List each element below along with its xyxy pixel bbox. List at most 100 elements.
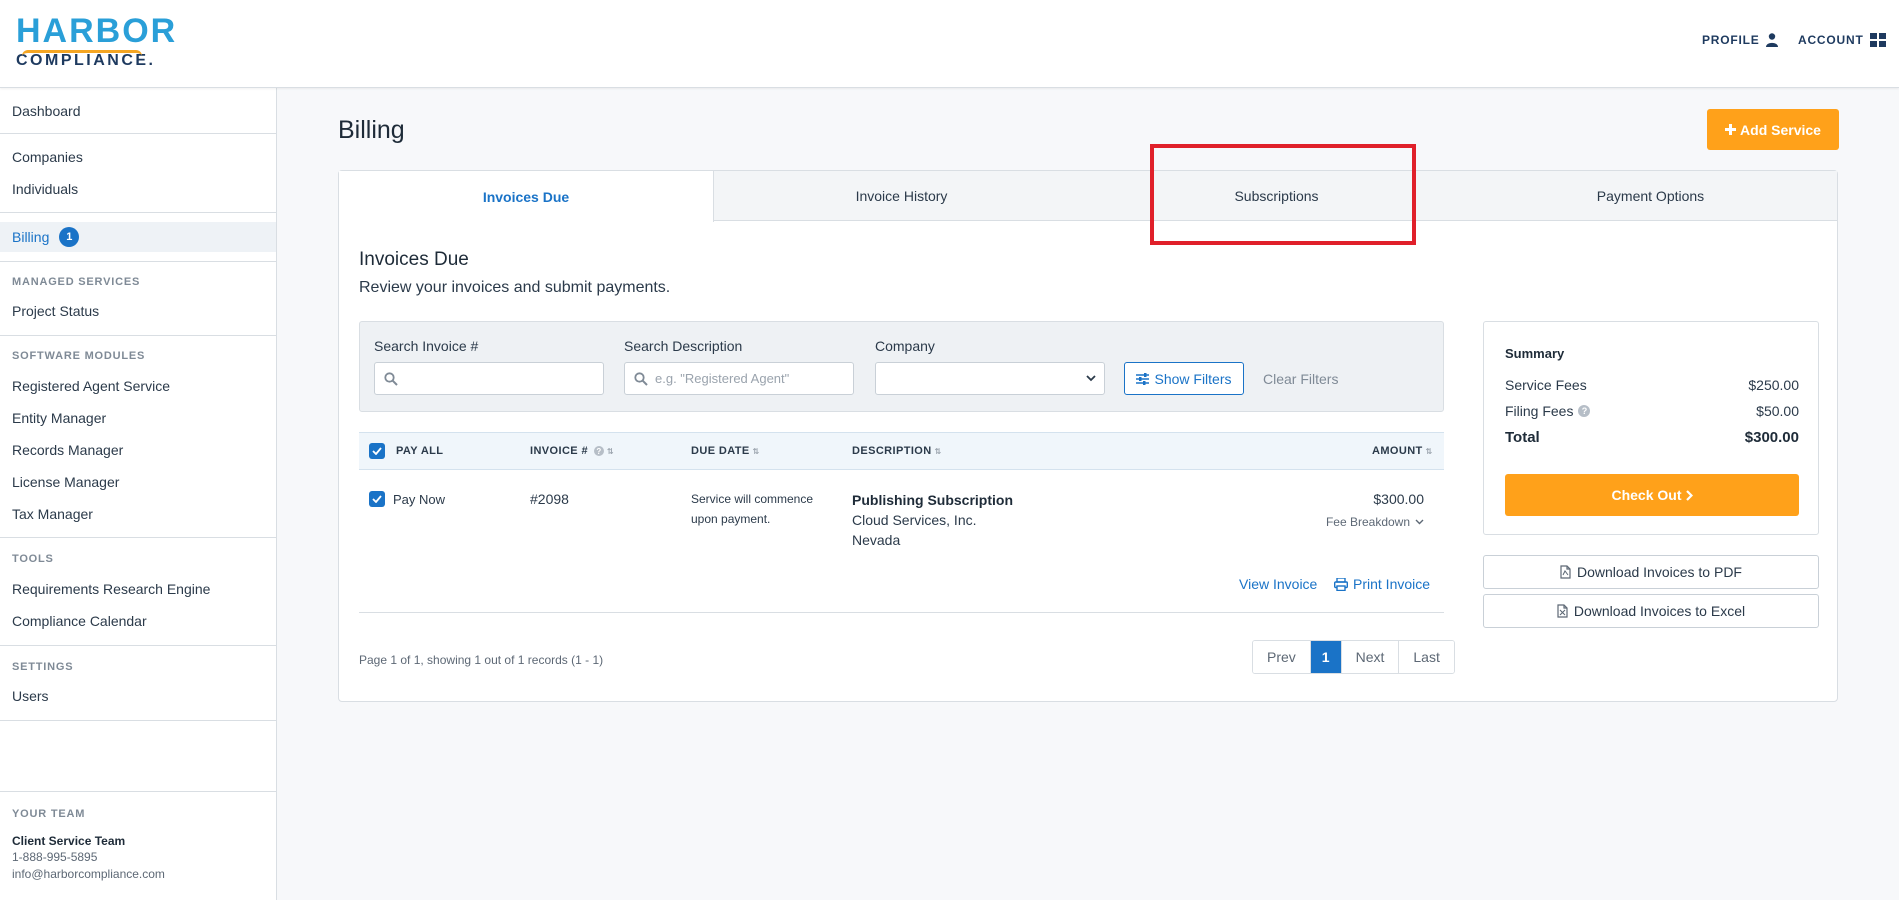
sidebar-item-billing[interactable]: Billing 1: [0, 222, 276, 252]
description-header[interactable]: DESCRIPTION ⇅: [852, 445, 942, 457]
sidebar-item-compliance-calendar[interactable]: Compliance Calendar: [0, 606, 276, 636]
due-date-line-2: upon payment.: [691, 512, 771, 526]
tools-heading: TOOLS: [12, 553, 54, 565]
top-header: HARBOR COMPLIANCE. PROFILE ACCOUNT: [0, 0, 1899, 88]
sidebar-divider: [0, 645, 276, 646]
filing-fees-label: Filing Fees: [1505, 403, 1574, 419]
show-filters-button[interactable]: Show Filters: [1124, 362, 1244, 395]
sidebar-item-users[interactable]: Users: [0, 681, 276, 711]
file-excel-icon: [1557, 604, 1568, 618]
total-label: Total: [1505, 429, 1540, 446]
sidebar-item-individuals[interactable]: Individuals: [0, 174, 276, 204]
sidebar-item-requirements-research-engine[interactable]: Requirements Research Engine: [0, 574, 276, 604]
sidebar-divider: [0, 212, 276, 213]
harbor-compliance-logo[interactable]: HARBOR COMPLIANCE.: [16, 14, 176, 70]
grid-icon: [1869, 33, 1886, 47]
help-icon[interactable]: ?: [594, 446, 605, 456]
sidebar-item-tax-manager[interactable]: Tax Manager: [0, 499, 276, 529]
invoice-number-header[interactable]: INVOICE # ? ⇅: [530, 445, 614, 457]
download-pdf-label: Download Invoices to PDF: [1577, 564, 1742, 580]
total-value: $300.00: [1744, 429, 1799, 446]
sidebar: Dashboard Companies Individuals Billing …: [0, 88, 277, 900]
file-pdf-icon: [1560, 565, 1571, 579]
sort-icon: ⇅: [1425, 446, 1433, 456]
search-description-label: Search Description: [624, 338, 743, 354]
description-title: Publishing Subscription: [852, 492, 1013, 508]
section-subtitle: Review your invoices and submit payments…: [359, 279, 671, 296]
due-date-header[interactable]: DUE DATE ⇅: [691, 445, 760, 457]
tab-invoices-due[interactable]: Invoices Due: [339, 171, 714, 222]
tab-subscriptions[interactable]: Subscriptions: [1089, 171, 1464, 221]
plus-icon: [1725, 124, 1737, 135]
checkout-label: Check Out: [1611, 487, 1682, 503]
sidebar-item-registered-agent-service[interactable]: Registered Agent Service: [0, 371, 276, 401]
pagination-prev[interactable]: Prev: [1253, 641, 1311, 673]
filing-fees-row: Filing Fees ? $50.00: [1505, 403, 1799, 419]
pay-now-checkbox[interactable]: [369, 491, 385, 507]
invoice-number: #2098: [530, 491, 569, 507]
team-name: Client Service Team: [12, 834, 126, 848]
printer-icon: [1334, 577, 1348, 591]
chevron-down-icon: [1415, 519, 1424, 525]
sort-icon: ⇅: [607, 446, 615, 456]
description-company: Cloud Services, Inc.: [852, 512, 977, 528]
sidebar-item-companies[interactable]: Companies: [0, 142, 276, 172]
company-select[interactable]: [875, 362, 1105, 395]
download-excel-button[interactable]: Download Invoices to Excel: [1483, 594, 1819, 628]
print-invoice-label: Print Invoice: [1353, 576, 1431, 592]
tab-payment-options[interactable]: Payment Options: [1464, 171, 1837, 221]
profile-link[interactable]: PROFILE: [1702, 33, 1778, 47]
add-service-button[interactable]: Add Service: [1707, 109, 1839, 150]
sidebar-divider: [0, 335, 276, 336]
download-excel-label: Download Invoices to Excel: [1573, 603, 1746, 619]
sort-icon: ⇅: [934, 446, 942, 456]
view-invoice-link[interactable]: View Invoice: [1239, 576, 1317, 592]
search-description-placeholder: e.g. "Registered Agent": [655, 371, 790, 386]
print-invoice-link[interactable]: Print Invoice: [1334, 576, 1430, 592]
download-pdf-button[interactable]: Download Invoices to PDF: [1483, 555, 1819, 589]
sidebar-item-records-manager[interactable]: Records Manager: [0, 435, 276, 465]
sliders-icon: [1136, 372, 1150, 385]
amount-header[interactable]: AMOUNT ⇅: [1372, 445, 1433, 457]
team-email[interactable]: info@harborcompliance.com: [12, 867, 165, 881]
search-invoice-input[interactable]: [374, 362, 604, 395]
user-icon: [1765, 33, 1778, 47]
fee-breakdown-toggle[interactable]: Fee Breakdown: [1284, 515, 1424, 529]
search-invoice-label: Search Invoice #: [374, 338, 479, 354]
pagination-page-1[interactable]: 1: [1310, 641, 1342, 673]
tab-invoice-history[interactable]: Invoice History: [714, 171, 1089, 221]
account-link[interactable]: ACCOUNT: [1798, 33, 1886, 47]
due-date-line-1: Service will commence: [691, 492, 814, 506]
help-icon[interactable]: ?: [1578, 405, 1591, 417]
sidebar-divider: [0, 133, 276, 134]
sidebar-item-entity-manager[interactable]: Entity Manager: [0, 403, 276, 433]
sidebar-divider: [0, 261, 276, 262]
description-header-label: DESCRIPTION: [852, 445, 932, 457]
search-icon: [384, 372, 398, 386]
managed-services-heading: MANAGED SERVICES: [12, 276, 141, 288]
pay-all-checkbox[interactable]: [369, 443, 385, 459]
team-phone: 1-888-995-5895: [12, 850, 98, 864]
logo-swoosh: [22, 50, 142, 56]
clear-filters-link[interactable]: Clear Filters: [1263, 371, 1338, 387]
pagination-next[interactable]: Next: [1341, 641, 1400, 673]
check-icon: [372, 495, 382, 503]
checkout-button[interactable]: Check Out: [1505, 474, 1799, 516]
service-fees-label: Service Fees: [1505, 377, 1587, 393]
chevron-right-icon: [1685, 489, 1693, 501]
total-row: Total $300.00: [1505, 429, 1799, 446]
invoice-amount: $300.00: [1373, 491, 1424, 507]
show-filters-label: Show Filters: [1154, 370, 1232, 387]
sidebar-item-dashboard[interactable]: Dashboard: [0, 96, 276, 126]
service-fees-row: Service Fees $250.00: [1505, 377, 1799, 393]
sidebar-item-project-status[interactable]: Project Status: [0, 296, 276, 326]
chevron-down-icon: [1086, 375, 1096, 382]
sidebar-item-license-manager[interactable]: License Manager: [0, 467, 276, 497]
sidebar-item-billing-label: Billing: [12, 229, 50, 245]
billing-card: Invoices Due Invoice History Subscriptio…: [338, 170, 1838, 702]
search-description-input[interactable]: e.g. "Registered Agent": [624, 362, 854, 395]
account-label: ACCOUNT: [1798, 33, 1864, 47]
main-content: Billing Add Service Invoices Due Invoice…: [277, 88, 1899, 900]
pagination-last[interactable]: Last: [1399, 641, 1454, 673]
billing-count-badge: 1: [59, 227, 80, 247]
